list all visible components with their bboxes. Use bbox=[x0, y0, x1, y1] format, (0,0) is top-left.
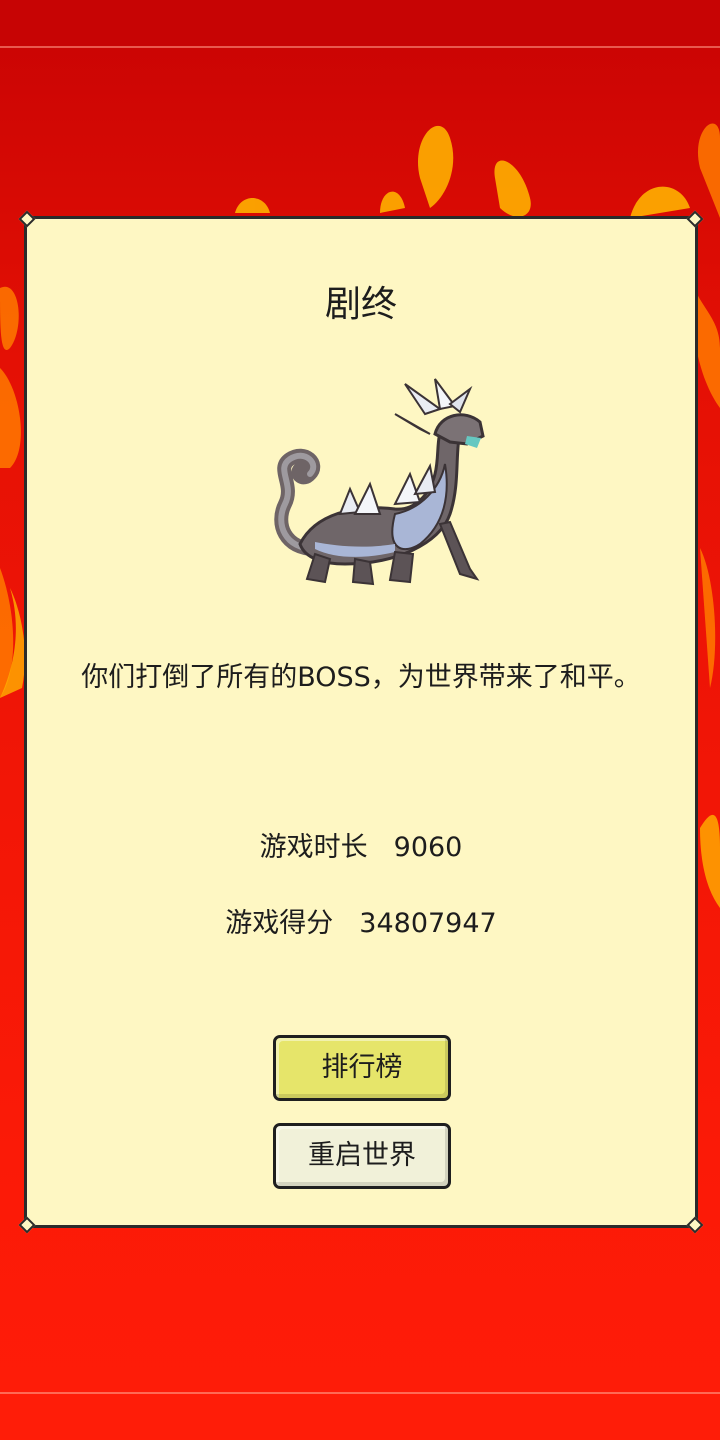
leaderboard-button[interactable]: 排行榜 bbox=[273, 1035, 451, 1101]
game-over-dialog: 剧终 你们打倒了所有的BOSS，为世界带来了和平。 游戏时长 9060 游戏得分 3… bbox=[18, 210, 704, 1234]
bottom-navigation-bar bbox=[0, 1392, 720, 1440]
ending-message: 你们打倒了所有的BOSS，为世界带来了和平。 bbox=[81, 662, 641, 693]
restart-world-button[interactable]: 重启世界 bbox=[273, 1123, 451, 1189]
score-row: 游戏得分 34807947 bbox=[27, 901, 695, 940]
score-label: 游戏得分 bbox=[225, 908, 334, 939]
play-time-value: 9060 bbox=[393, 832, 463, 863]
play-time-row: 游戏时长 9060 bbox=[27, 825, 695, 864]
top-status-bar bbox=[0, 0, 720, 48]
score-value: 34807947 bbox=[359, 908, 497, 939]
dragon-boss-sprite bbox=[274, 378, 485, 586]
dialog-title: 剧终 bbox=[324, 284, 397, 325]
play-time-label: 游戏时长 bbox=[259, 832, 368, 863]
